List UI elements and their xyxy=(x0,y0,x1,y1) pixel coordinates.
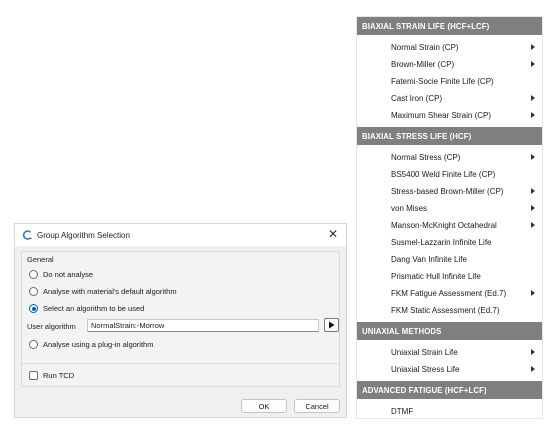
menu-item-label: Brown-Miller (CP) xyxy=(391,59,455,69)
radio-label: Analyse with material's default algorith… xyxy=(43,287,177,296)
ok-button[interactable]: OK xyxy=(241,399,287,413)
menu-item-normal-stress[interactable]: Normal Stress (CP) xyxy=(391,149,539,165)
menu-item-von-mises[interactable]: von Mises xyxy=(391,200,539,216)
run-tcd-checkbox[interactable] xyxy=(29,371,38,380)
radio-label: Do not analyse xyxy=(43,270,94,279)
radio-do-not-analyse[interactable]: Do not analyse xyxy=(29,270,93,279)
submenu-arrow-icon xyxy=(531,154,535,160)
menu-item-label: Uniaxial Strain Life xyxy=(391,347,458,357)
menu-header-uniaxial: UNIAXIAL METHODS xyxy=(357,322,542,340)
menu-item-cast-iron[interactable]: Cast Iron (CP) xyxy=(391,90,539,106)
menu-item-prismatic-hull[interactable]: Prismatic Hull Infinite Life xyxy=(391,268,539,284)
menu-item-bs5400[interactable]: BS5400 Weld Finite Life (CP) xyxy=(391,166,539,182)
menu-item-label: BS5400 Weld Finite Life (CP) xyxy=(391,169,496,179)
menu-header-advanced-fatigue: ADVANCED FATIGUE (HCF+LCF) xyxy=(357,381,542,399)
submenu-arrow-icon xyxy=(531,366,535,372)
menu-item-manson-mcknight[interactable]: Manson-McKnight Octahedral xyxy=(391,217,539,233)
radio-label: Select an algorithm to be used xyxy=(43,304,145,313)
run-algorithm-button[interactable] xyxy=(324,318,339,332)
radio-button[interactable] xyxy=(29,340,38,349)
menu-item-dang-van[interactable]: Dang Van Infinite Life xyxy=(391,251,539,267)
submenu-arrow-icon xyxy=(531,61,535,67)
menu-item-susmel-lazzarin[interactable]: Susmel-Lazzarin Infinite Life xyxy=(391,234,539,250)
menu-item-brown-miller[interactable]: Brown-Miller (CP) xyxy=(391,56,539,72)
algorithm-menu: BIAXIAL STRAIN LIFE (HCF+LCF) Normal Str… xyxy=(356,16,543,419)
radio-button-selected[interactable] xyxy=(29,304,38,313)
menu-item-label: FKM Static Assessment (Ed.7) xyxy=(391,305,500,315)
group-algorithm-dialog: Group Algorithm Selection ✕ General Do n… xyxy=(14,223,347,418)
submenu-arrow-icon xyxy=(531,290,535,296)
submenu-arrow-icon xyxy=(531,349,535,355)
menu-item-label: Maximum Shear Strain (CP) xyxy=(391,110,492,120)
general-group-title: General xyxy=(27,255,54,264)
menu-item-label: Uniaxial Stress Life xyxy=(391,364,460,374)
submenu-arrow-icon xyxy=(531,112,535,118)
menu-item-max-shear-strain[interactable]: Maximum Shear Strain (CP) xyxy=(391,107,539,123)
tcd-group: Run TCD xyxy=(21,363,340,387)
menu-item-label: Normal Stress (CP) xyxy=(391,152,461,162)
submenu-arrow-icon xyxy=(531,95,535,101)
radio-label: Analyse using a plug-in algorithm xyxy=(43,340,154,349)
radio-plugin-algorithm[interactable]: Analyse using a plug-in algorithm xyxy=(29,340,153,349)
user-algorithm-input[interactable] xyxy=(87,319,319,332)
submenu-arrow-icon xyxy=(531,222,535,228)
play-icon xyxy=(329,321,335,329)
close-icon[interactable]: ✕ xyxy=(326,227,340,241)
menu-item-normal-strain[interactable]: Normal Strain (CP) xyxy=(391,39,539,55)
dialog-titlebar[interactable]: Group Algorithm Selection ✕ xyxy=(15,224,346,246)
menu-item-uniaxial-stress[interactable]: Uniaxial Stress Life xyxy=(391,361,539,377)
menu-item-label: Dang Van Infinite Life xyxy=(391,254,467,264)
menu-item-label: DTMF xyxy=(391,406,414,416)
menu-item-label: Manson-McKnight Octahedral xyxy=(391,220,497,230)
menu-item-dtmf[interactable]: DTMF xyxy=(391,403,539,419)
menu-item-label: Stress-based Brown-Miller (CP) xyxy=(391,186,504,196)
menu-item-label: Cast Iron (CP) xyxy=(391,93,443,103)
radio-button[interactable] xyxy=(29,287,38,296)
submenu-arrow-icon xyxy=(531,188,535,194)
run-tcd-label: Run TCD xyxy=(43,371,75,380)
menu-item-fkm-fatigue[interactable]: FKM Fatigue Assessment (Ed.7) xyxy=(391,285,539,301)
menu-item-fatemi-socie[interactable]: Fatemi-Socie Finite Life (CP) xyxy=(391,73,539,89)
menu-item-label: von Mises xyxy=(391,203,428,213)
radio-select-algorithm[interactable]: Select an algorithm to be used xyxy=(29,304,144,313)
menu-item-fkm-static[interactable]: FKM Static Assessment (Ed.7) xyxy=(391,302,539,318)
menu-header-biaxial-strain: BIAXIAL STRAIN LIFE (HCF+LCF) xyxy=(357,17,542,35)
menu-item-uniaxial-strain[interactable]: Uniaxial Strain Life xyxy=(391,344,539,360)
menu-header-biaxial-stress: BIAXIAL STRESS LIFE (HCF) xyxy=(357,127,542,145)
radio-material-default[interactable]: Analyse with material's default algorith… xyxy=(29,287,177,296)
app-icon xyxy=(22,230,32,240)
submenu-arrow-icon xyxy=(531,205,535,211)
menu-item-label: Prismatic Hull Infinite Life xyxy=(391,271,481,281)
dialog-title: Group Algorithm Selection xyxy=(37,230,130,240)
user-algorithm-label: User algorithm xyxy=(27,322,76,331)
menu-item-label: Normal Strain (CP) xyxy=(391,42,459,52)
menu-item-label: FKM Fatigue Assessment (Ed.7) xyxy=(391,288,507,298)
run-tcd-checkbox-row[interactable]: Run TCD xyxy=(29,371,74,380)
menu-item-label: Fatemi-Socie Finite Life (CP) xyxy=(391,76,494,86)
menu-item-label: Susmel-Lazzarin Infinite Life xyxy=(391,237,492,247)
cancel-button[interactable]: Cancel xyxy=(294,399,340,413)
submenu-arrow-icon xyxy=(531,44,535,50)
menu-item-stress-brown-miller[interactable]: Stress-based Brown-Miller (CP) xyxy=(391,183,539,199)
radio-button[interactable] xyxy=(29,270,38,279)
